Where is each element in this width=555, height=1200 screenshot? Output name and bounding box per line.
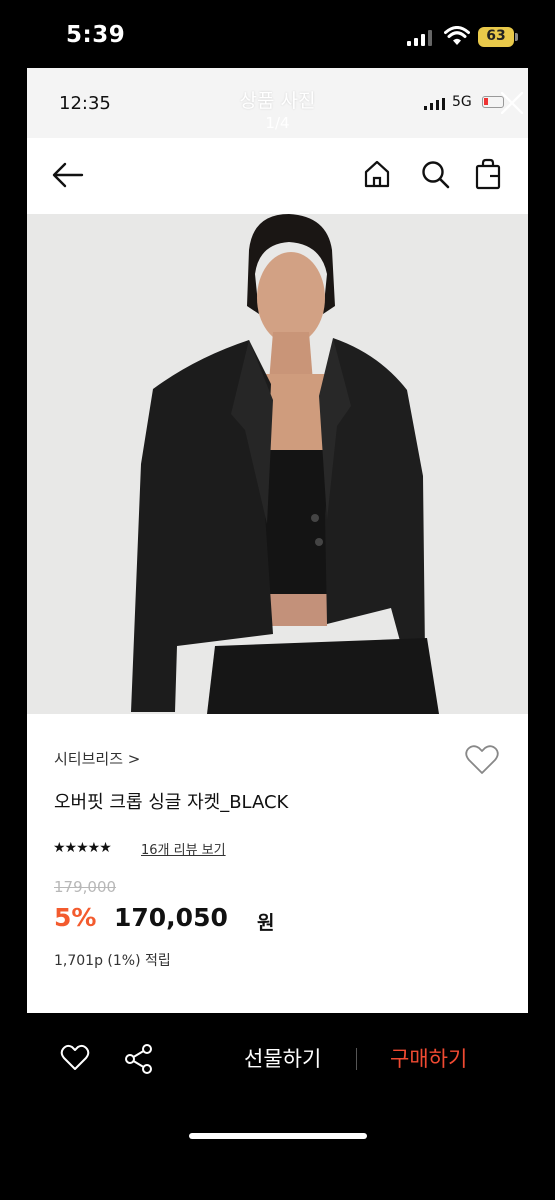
review-link[interactable]: 16개 리뷰 보기 [141, 839, 226, 858]
action-divider [356, 1048, 357, 1070]
product-info: 시티브리즈 > 오버핏 크롭 싱글 자켓_BLACK ★★★★★ 16개 리뷰 … [27, 714, 528, 1013]
back-arrow-icon[interactable] [51, 160, 85, 190]
wifi-icon [444, 26, 470, 45]
home-icon[interactable] [363, 159, 391, 189]
inner-signal-icon [424, 98, 445, 110]
share-icon[interactable] [124, 1043, 154, 1075]
heart-icon[interactable] [464, 744, 500, 776]
sale-price: 170,050 [114, 903, 228, 932]
model-jacket-illustration [27, 214, 528, 714]
close-icon[interactable] [499, 90, 525, 116]
shopping-bag-icon[interactable] [474, 158, 502, 190]
home-indicator[interactable] [189, 1133, 367, 1139]
device-time: 5:39 [66, 22, 126, 48]
gift-button[interactable]: 선물하기 [244, 1043, 321, 1073]
photo-counter: 1/4 [265, 114, 290, 132]
wishlist-heart-icon[interactable] [60, 1044, 90, 1072]
battery-level: 63 [486, 28, 506, 44]
currency-unit: 원 [257, 912, 275, 934]
network-type: 5G [452, 94, 472, 110]
brand-link[interactable]: 시티브리즈 > [54, 748, 140, 769]
rating-stars: ★★★★★ [53, 840, 112, 856]
discount-rate: 5% [54, 903, 97, 932]
top-navigation [27, 138, 528, 214]
battery-icon: 63 [478, 27, 518, 47]
bottom-action-bar: 선물하기 구매하기 [0, 1013, 555, 1200]
search-icon[interactable] [420, 159, 450, 189]
product-name: 오버핏 크롭 싱글 자켓_BLACK [54, 792, 289, 813]
original-price: 179,000 [54, 878, 117, 896]
reward-points: 1,701p (1%) 적립 [54, 953, 171, 969]
device-status-bar: 5:39 63 [0, 0, 555, 68]
signal-icon [407, 30, 432, 46]
buy-button[interactable]: 구매하기 [390, 1043, 467, 1073]
product-photo[interactable] [27, 214, 528, 714]
inner-status-bar: 12:35 상품 사진 1/4 5G [27, 68, 528, 138]
product-screenshot: 12:35 상품 사진 1/4 5G 시티브리즈 > 오버핏 크롭 싱글 자켓_… [27, 68, 528, 1013]
